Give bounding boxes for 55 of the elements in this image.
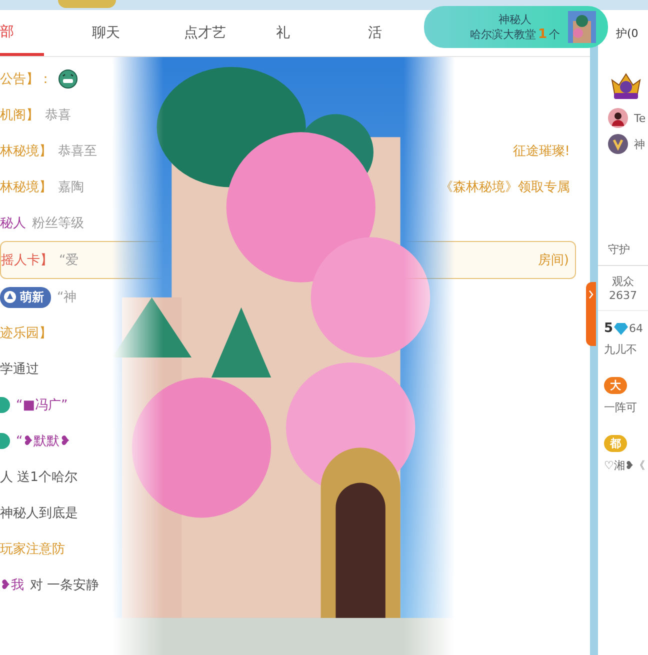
chevron-right-icon	[588, 290, 594, 299]
guard-name: Te	[634, 112, 646, 124]
message-text: 林秘境】	[0, 179, 52, 196]
message-text: 摇人卡】	[1, 252, 53, 269]
tab[interactable]: 点才艺	[184, 12, 228, 54]
diamond-icon	[614, 322, 628, 334]
message-text: ♡湘❥《	[604, 458, 646, 473]
tab[interactable]: 礼	[276, 12, 320, 54]
message-text: “■冯广”	[16, 397, 68, 414]
tab[interactable]: 部	[0, 10, 44, 56]
badge-icon	[58, 0, 116, 8]
tab[interactable]: 聊天	[92, 12, 136, 54]
message-text: 《森林秘境》领取专属	[440, 179, 570, 196]
message-text: 机阁】	[0, 107, 39, 124]
guard-label: 守护	[608, 242, 631, 257]
message-text: 粉丝等级	[32, 215, 84, 232]
message-text: 公告】：	[0, 71, 52, 88]
expand-handle[interactable]	[586, 282, 596, 346]
audience-count: 2637	[609, 289, 637, 302]
message-text: 九儿不	[604, 342, 638, 357]
gift-unit: 个	[549, 27, 560, 42]
message-text: 玩家注意防	[0, 541, 65, 558]
tab[interactable]: 活	[368, 12, 412, 54]
message-text: ❥我	[0, 577, 24, 594]
fan-badge: 大	[604, 377, 627, 394]
gift-name: 哈尔滨大教堂	[470, 27, 536, 42]
message-text: 一阵可	[604, 400, 638, 415]
message-text: 恭喜至	[58, 143, 97, 160]
audience-label[interactable]: 观众	[612, 274, 634, 289]
message-text: 征途璀璨!	[512, 143, 570, 160]
message-text: 学通过	[0, 361, 39, 378]
emblem-avatar-icon	[608, 134, 628, 154]
guard-name: 神	[634, 136, 645, 152]
message-text: 神秘人到底是	[0, 505, 78, 522]
message-text: 秘人	[0, 215, 26, 232]
gift-count: 1	[538, 27, 547, 42]
fan-badge: 都	[604, 435, 627, 452]
grin-emoji-icon	[58, 69, 78, 89]
message-text: “爱	[59, 252, 79, 269]
user-name: 64	[629, 322, 644, 335]
avatar	[608, 108, 628, 128]
message-text: 房间)	[538, 252, 569, 269]
newbie-badge: 萌新	[0, 286, 51, 308]
level-icon	[0, 433, 10, 449]
message-text: 嘉陶	[58, 179, 84, 196]
message-text: 对 一条安静	[30, 577, 100, 594]
level-icon	[0, 397, 10, 413]
message-text: 林秘境】	[0, 143, 52, 160]
message-text: “❥默默❥	[16, 433, 71, 450]
message-text: 迹乐园】	[0, 325, 52, 342]
rank-number: 5	[604, 321, 614, 336]
message-text: 人 送1个哈尔	[0, 469, 78, 486]
message-text: “神	[57, 289, 77, 306]
message-text: 恭喜	[45, 107, 71, 124]
sender-name: 神秘人	[498, 12, 532, 27]
